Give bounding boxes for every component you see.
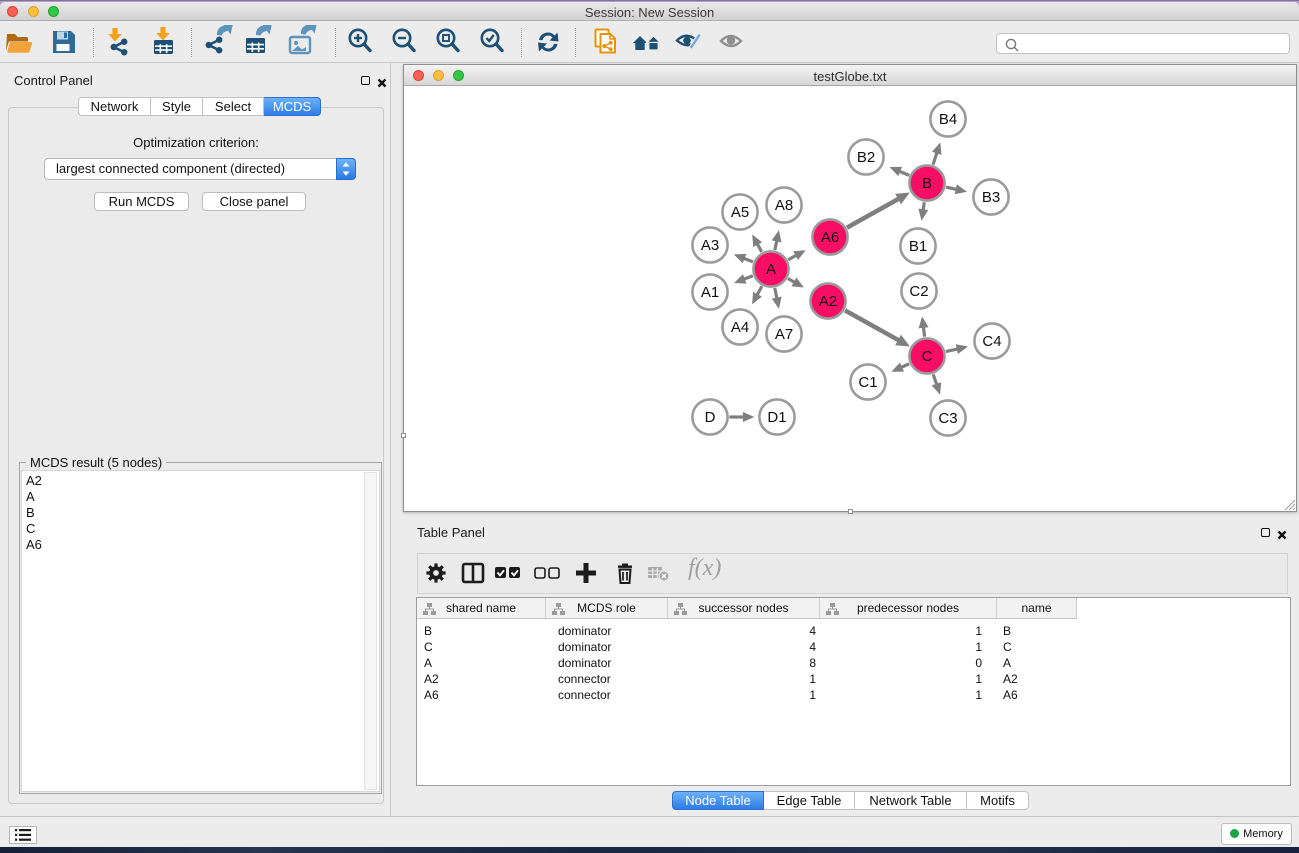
svg-text:C2: C2 [909,283,928,300]
svg-text:D1: D1 [767,409,786,426]
svg-text:B4: B4 [939,111,957,128]
svg-text:D: D [705,409,716,426]
svg-text:A1: A1 [701,284,719,301]
svg-text:C3: C3 [938,410,957,427]
svg-text:C4: C4 [982,333,1001,350]
svg-text:A6: A6 [821,229,839,246]
svg-text:C: C [922,348,933,365]
svg-text:B3: B3 [982,189,1000,206]
svg-text:A5: A5 [731,204,749,221]
svg-text:B: B [922,175,932,192]
svg-text:C1: C1 [858,374,877,391]
svg-text:B1: B1 [909,238,927,255]
svg-text:A3: A3 [701,237,719,254]
svg-text:B2: B2 [857,149,875,166]
svg-text:A2: A2 [819,293,837,310]
svg-text:A8: A8 [775,197,793,214]
svg-text:A7: A7 [775,326,793,343]
svg-text:A: A [766,261,776,278]
svg-text:A4: A4 [731,319,749,336]
